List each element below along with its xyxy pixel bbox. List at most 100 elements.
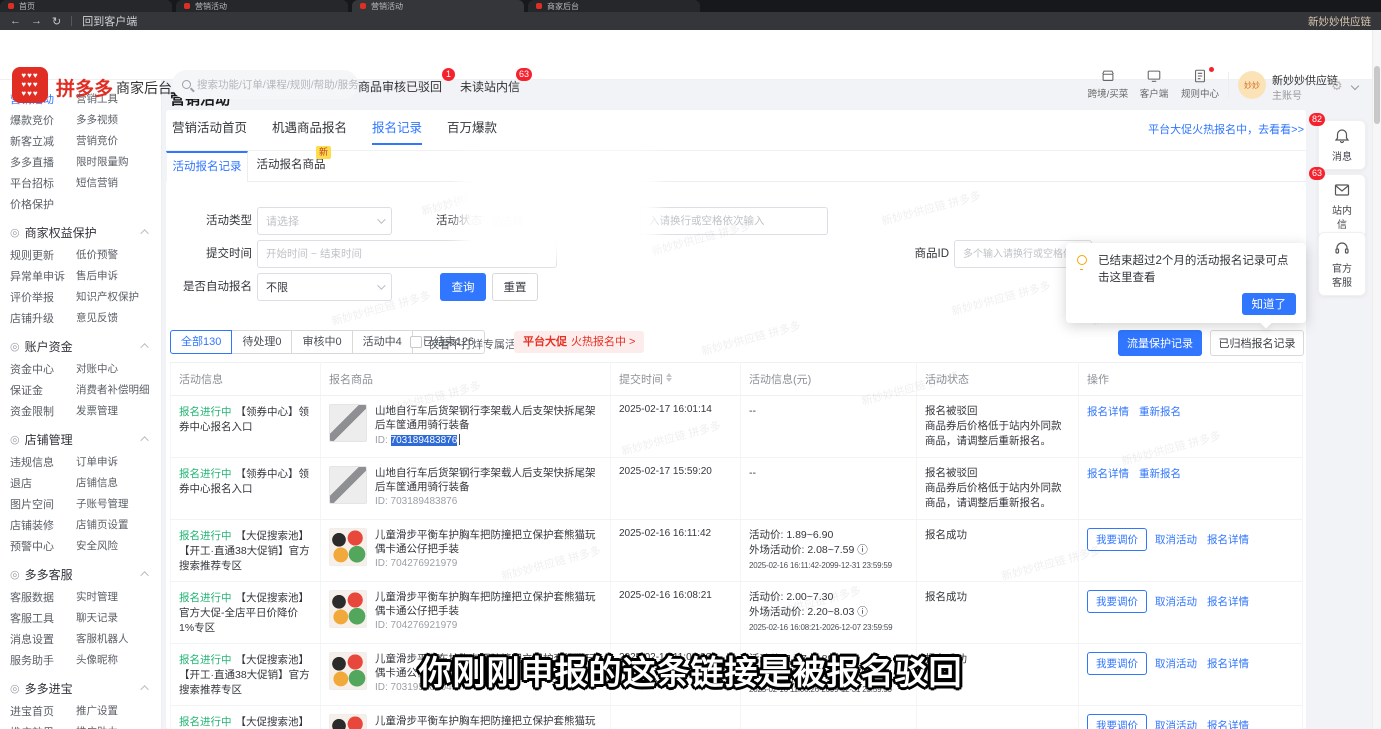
browser-tab[interactable]: 首页 (0, 0, 172, 12)
bookmark-client-link[interactable]: 回到客户端 (82, 13, 137, 29)
back-icon[interactable]: ← (10, 15, 21, 27)
pinduoduo-logo-icon[interactable]: ♥♥♥♥♥♥♥♥♥ (12, 67, 48, 103)
sidebar-item[interactable]: 短信营销 (76, 175, 160, 190)
sidebar-item[interactable]: 店铺页设置 (76, 517, 160, 532)
sidebar-item[interactable]: 推广助力 (76, 724, 160, 729)
sidebar-group-header[interactable]: ◎店铺管理 (10, 427, 161, 451)
sidebar-item[interactable]: 多多直播 (10, 154, 76, 170)
sidebar-item[interactable]: 意见反馈 (76, 310, 160, 325)
sidebar-item[interactable]: 进宝首页 (10, 703, 76, 719)
sidebar-item[interactable]: 营销竞价 (76, 133, 160, 148)
browser-tab[interactable]: 商家后台 (528, 0, 700, 12)
sort-icon[interactable] (666, 373, 672, 382)
filter-chip[interactable]: 全部130 (170, 330, 232, 354)
unread-messages-link[interactable]: 未读站内信 (460, 78, 520, 95)
sidebar-item[interactable]: 对账中心 (76, 361, 160, 376)
product-thumbnail[interactable] (329, 404, 367, 442)
quick-link-2[interactable]: 客户端 (1132, 68, 1176, 100)
reset-button[interactable]: 重置 (492, 273, 538, 301)
reload-icon[interactable]: ↻ (52, 15, 61, 28)
search-input[interactable]: 搜索功能/订单/课程/规则/帮助/服务 (172, 70, 358, 99)
sidebar-item[interactable]: 发票管理 (76, 403, 160, 418)
promo-hot-signup-link[interactable]: 平台大促火热报名中，去看看>> (1148, 121, 1304, 137)
filter-chip[interactable]: 审核中0 (291, 330, 352, 354)
sidebar-item[interactable]: 实时管理 (76, 589, 160, 604)
filter-chip[interactable]: 活动中4 (352, 330, 413, 354)
page-scrollbar[interactable] (1372, 30, 1381, 729)
tab-报名记录[interactable]: 报名记录 (372, 117, 422, 145)
adjust-price-button[interactable]: 我要调价 (1087, 652, 1147, 675)
avatar[interactable]: 妙妙 (1238, 71, 1266, 99)
sidebar-item[interactable]: 评价举报 (10, 289, 76, 305)
flow-protection-records-button[interactable]: 流量保护记录 (1118, 330, 1202, 356)
browser-profile-label[interactable]: 新妙妙供应链 (1308, 14, 1371, 29)
sidebar-group-header[interactable]: ◎多多进宝 (10, 676, 161, 700)
auto-signup-select[interactable]: 不限 (257, 273, 392, 301)
subtab-activity-records[interactable]: 活动报名记录 (166, 151, 248, 182)
keyword-input[interactable] (640, 207, 828, 235)
chevron-down-icon[interactable] (1351, 82, 1359, 90)
sidebar-item[interactable]: 平台招标 (10, 175, 76, 191)
sidebar-item[interactable]: 多多视频 (76, 112, 160, 127)
action-link[interactable]: 取消活动 (1155, 534, 1197, 546)
sidebar-item[interactable]: 限时限量购 (76, 154, 160, 169)
product-thumbnail[interactable] (329, 652, 367, 690)
sidebar-item[interactable]: 异常单申诉 (10, 268, 76, 284)
action-link[interactable]: 取消活动 (1155, 596, 1197, 608)
action-link[interactable]: 报名详情 (1087, 468, 1129, 480)
filter-chip[interactable]: 待处理0 (231, 330, 292, 354)
sidebar-item[interactable]: 聊天记录 (76, 610, 160, 625)
scrollbar-thumb[interactable] (1374, 66, 1380, 124)
sidebar-item[interactable]: 价格保护 (10, 196, 76, 212)
gear-icon[interactable]: ⚙ (1331, 78, 1343, 94)
product-title[interactable]: 儿童滑步平衡车护胸车把防撞把立保护套熊猫玩偶卡通公仔把手装 (375, 528, 602, 556)
sidebar-item[interactable]: 客服机器人 (76, 631, 160, 646)
sidebar-item[interactable]: 知识产权保护 (76, 289, 160, 304)
action-link[interactable]: 重新报名 (1139, 406, 1181, 418)
adjust-price-button[interactable]: 我要调价 (1087, 714, 1147, 729)
sidebar-item[interactable]: 推广设置 (76, 703, 160, 718)
sidebar-item[interactable]: 推广效果 (10, 724, 76, 729)
adjust-price-button[interactable]: 我要调价 (1087, 590, 1147, 613)
sidebar-item[interactable]: 预警中心 (10, 538, 76, 554)
action-link[interactable]: 报名详情 (1207, 596, 1249, 608)
dock-站内信[interactable]: 站内信63 (1318, 174, 1366, 238)
sidebar-item[interactable]: 退店 (10, 475, 76, 491)
forward-icon[interactable]: → (31, 15, 42, 27)
collapse-chevron-icon[interactable] (140, 436, 148, 444)
action-link[interactable]: 取消活动 (1155, 658, 1197, 670)
action-link[interactable]: 报名详情 (1207, 658, 1249, 670)
sidebar-item[interactable]: 低价预警 (76, 247, 160, 262)
activity-type-select[interactable]: 请选择 (257, 207, 392, 235)
product-thumbnail[interactable] (329, 528, 367, 566)
sidebar-item[interactable]: 新客立减 (10, 133, 76, 149)
sidebar-item[interactable]: 客服工具 (10, 610, 76, 626)
browser-tab[interactable]: 营销活动 (176, 0, 348, 12)
product-title[interactable]: 山地自行车后货架钢行李架载人后支架快拆尾架后车筐通用骑行装备 (375, 466, 602, 494)
sidebar-group-header[interactable]: ◎账户资金 (10, 334, 161, 358)
sidebar-item[interactable]: 消费者补偿明细 (76, 382, 160, 397)
product-title[interactable]: 儿童滑步平衡车护胸车把防撞把立保护套熊猫玩偶卡通公仔把手装 (375, 714, 602, 729)
sidebar-item[interactable]: 客服数据 (10, 589, 76, 605)
sidebar-item[interactable]: 资金中心 (10, 361, 76, 377)
tab-百万爆款[interactable]: 百万爆款 (447, 117, 497, 145)
quick-link-1[interactable]: 跨境/买菜 (1086, 68, 1130, 100)
sidebar-item[interactable]: 规则更新 (10, 247, 76, 263)
sidebar-group-header[interactable]: ◎多多客服 (10, 562, 161, 586)
promo-hot-tag[interactable]: 平台大促火热报名中 > (514, 331, 644, 353)
product-thumbnail[interactable] (329, 466, 367, 504)
sidebar-item[interactable]: 店铺信息 (76, 475, 160, 490)
dock-官方客服[interactable]: 官方客服 (1318, 232, 1366, 296)
review-rejected-link[interactable]: 商品审核已驳回 (358, 78, 442, 95)
collapse-chevron-icon[interactable] (140, 229, 148, 237)
exclusive-activity-checkbox[interactable] (410, 336, 422, 348)
collapse-chevron-icon[interactable] (140, 685, 148, 693)
sidebar-item[interactable]: 售后申诉 (76, 268, 160, 283)
sidebar-item[interactable]: 店铺装修 (10, 517, 76, 533)
action-link[interactable]: 报名详情 (1207, 720, 1249, 729)
product-title[interactable]: 山地自行车后货架钢行李架载人后支架快拆尾架后车筐通用骑行装备 (375, 404, 602, 432)
sidebar-item[interactable]: 消息设置 (10, 631, 76, 647)
sidebar-item[interactable]: 订单申诉 (76, 454, 160, 469)
product-title[interactable]: 儿童滑步平衡车护胸车把防撞把立保护套熊猫玩偶卡通公仔把手装 (375, 590, 602, 618)
product-thumbnail[interactable] (329, 590, 367, 628)
